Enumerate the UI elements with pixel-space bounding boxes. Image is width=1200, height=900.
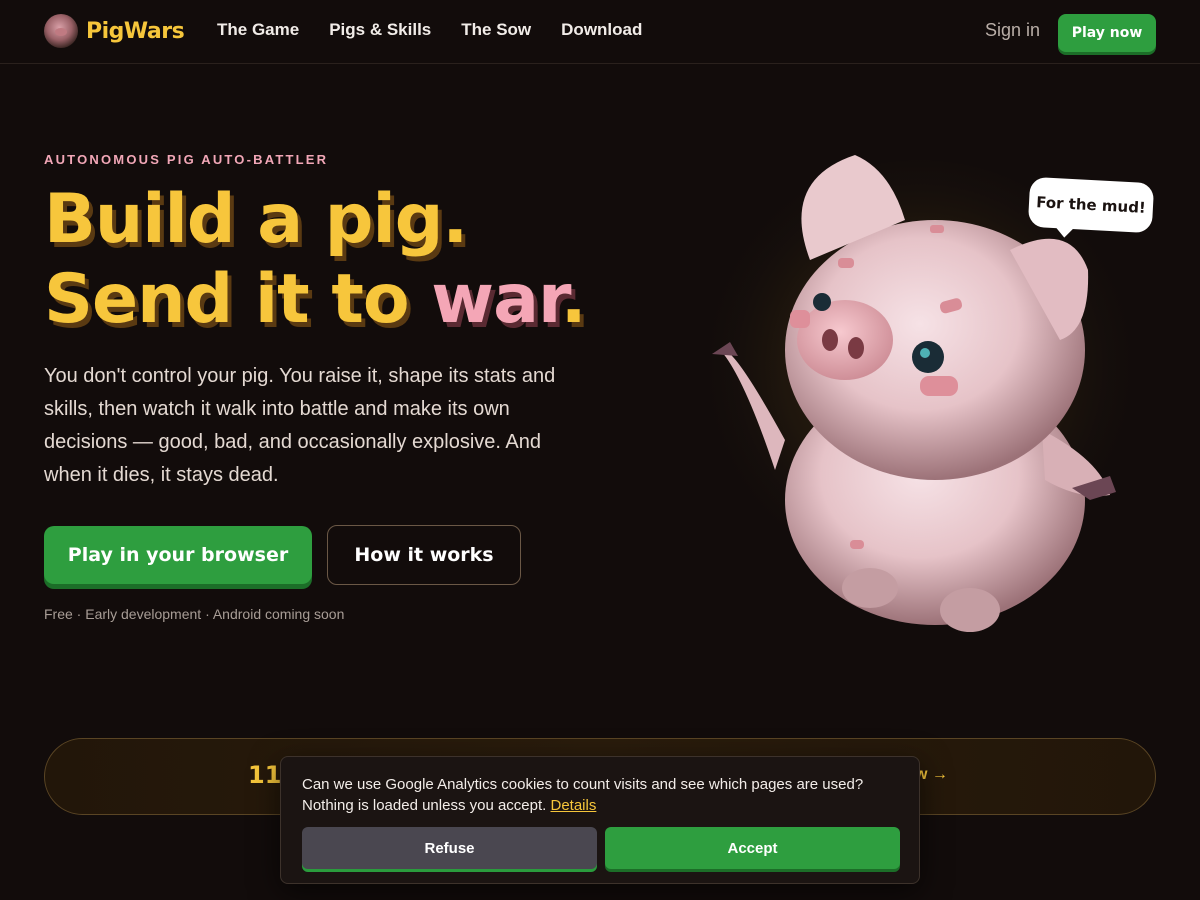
play-in-browser-button[interactable]: Play in your browser: [44, 526, 312, 584]
nav-link-the-sow[interactable]: The Sow: [461, 20, 531, 40]
logo[interactable]: PigWars: [44, 14, 185, 48]
banner-number: 11: [248, 761, 282, 789]
headline-period: .: [560, 260, 587, 339]
cookie-details-link[interactable]: Details: [551, 797, 597, 814]
main-nav: The Game Pigs & Skills The Sow Download: [217, 20, 642, 40]
nav-link-pigs-skills[interactable]: Pigs & Skills: [329, 20, 431, 40]
logo-text: PigWars: [86, 18, 185, 44]
cookie-message: Can we use Google Analytics cookies to c…: [302, 774, 902, 816]
play-now-button[interactable]: Play now: [1058, 14, 1156, 52]
headline-line-1: Build a pig.: [44, 180, 468, 259]
headline-line-2a: Send it to: [44, 260, 432, 339]
hero-fineprint: Free · Early development · Android comin…: [44, 606, 345, 622]
hero-headline: Build a pig. Send it to war.: [44, 180, 587, 340]
accept-cookies-button[interactable]: Accept: [605, 827, 900, 869]
hero-eyebrow: AUTONOMOUS PIG AUTO-BATTLER: [44, 152, 329, 167]
refuse-cookies-button[interactable]: Refuse: [302, 827, 597, 869]
nav-link-the-game[interactable]: The Game: [217, 20, 299, 40]
pig-logo-icon: [44, 14, 78, 48]
how-it-works-button[interactable]: How it works: [327, 525, 521, 585]
cookie-consent-dialog: Can we use Google Analytics cookies to c…: [280, 756, 920, 884]
hero-lead: You don't control your pig. You raise it…: [44, 365, 556, 486]
speech-bubble: For the mud!: [1027, 176, 1155, 234]
site-header: PigWars The Game Pigs & Skills The Sow D…: [0, 0, 1200, 64]
headline-war: war: [431, 260, 562, 339]
sign-in-link[interactable]: Sign in: [985, 20, 1040, 41]
nav-link-download[interactable]: Download: [561, 20, 642, 40]
